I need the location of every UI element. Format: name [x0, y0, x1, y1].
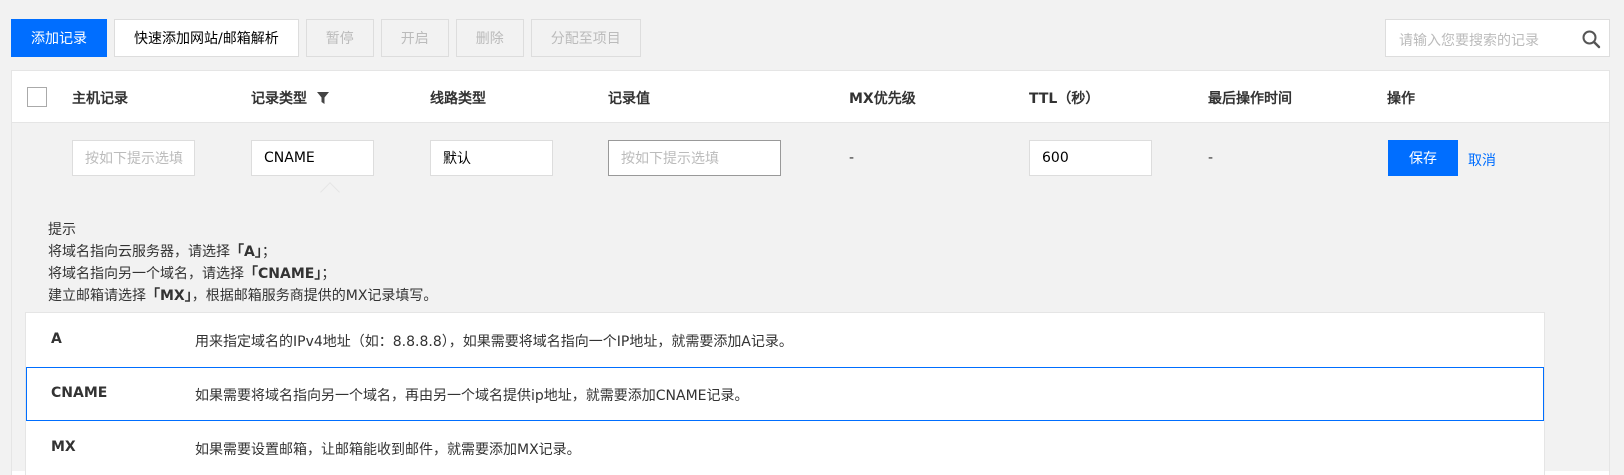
- header-value: 记录值: [608, 91, 650, 107]
- record-type-name: A: [51, 331, 62, 347]
- record-type-desc: 如果需要将域名指向另一个域名，再由另一个域名提供ip地址，就需要添加CNAME记…: [195, 388, 749, 404]
- save-button[interactable]: 保存: [1388, 140, 1458, 176]
- record-type-name: MX: [51, 439, 76, 455]
- tips-line-2: 将域名指向另一个域名，请选择「CNAME」；: [48, 266, 336, 282]
- value-input[interactable]: 按如下提示选填: [608, 140, 781, 176]
- header-mx: MX优先级: [849, 91, 916, 107]
- delete-button[interactable]: 删除: [455, 19, 524, 57]
- pause-button[interactable]: 暂停: [305, 19, 374, 57]
- edit-row: 按如下提示选填 CNAME 默认 按如下提示选填 - 600 - 保存 取消: [12, 123, 1609, 194]
- search-placeholder: 请输入您要搜索的记录: [1399, 33, 1539, 49]
- header-host: 主机记录: [72, 91, 128, 107]
- ttl-input[interactable]: 600: [1029, 140, 1152, 176]
- type-select[interactable]: CNAME: [251, 140, 374, 176]
- tips-line-3: 建立邮箱请选择「MX」，根据邮箱服务商提供的MX记录填写。: [48, 288, 438, 304]
- record-type-a[interactable]: A 用来指定域名的IPv4地址（如：8.8.8.8），如果需要将域名指向一个IP…: [26, 313, 1544, 367]
- add-record-button[interactable]: 添加记录: [11, 19, 107, 57]
- line-select[interactable]: 默认: [430, 140, 553, 176]
- record-type-list: A 用来指定域名的IPv4地址（如：8.8.8.8），如果需要将域名指向一个IP…: [25, 312, 1545, 475]
- record-type-name: CNAME: [51, 385, 108, 401]
- cancel-link[interactable]: 取消: [1468, 150, 1496, 170]
- mx-value: -: [849, 150, 855, 166]
- toolbar: 添加记录 快速添加网站/邮箱解析 暂停 开启 删除 分配至项目: [11, 19, 641, 57]
- header-ttl: TTL（秒）: [1029, 91, 1100, 107]
- tip-panel: 提示 将域名指向云服务器，请选择「A」； 将域名指向另一个域名，请选择「CNAM…: [12, 189, 1609, 475]
- record-type-desc: 如果需要设置邮箱，让邮箱能收到邮件，就需要添加MX记录。: [195, 442, 581, 458]
- header-line: 线路类型: [430, 91, 486, 107]
- header-type-label: 记录类型: [251, 91, 307, 107]
- header-type: 记录类型: [251, 88, 329, 108]
- tips-line-1: 将域名指向云服务器，请选择「A」；: [48, 244, 276, 260]
- last-op-value: -: [1208, 150, 1214, 166]
- enable-button[interactable]: 开启: [380, 19, 449, 57]
- table-header: 主机记录 记录类型 线路类型 记录值 MX优先级 TTL（秒） 最后操作时间 操…: [12, 71, 1609, 123]
- record-type-cname[interactable]: CNAME 如果需要将域名指向另一个域名，再由另一个域名提供ip地址，就需要添加…: [26, 367, 1544, 421]
- tips-text: 提示 将域名指向云服务器，请选择「A」； 将域名指向另一个域名，请选择「CNAM…: [48, 219, 437, 307]
- select-all-checkbox[interactable]: [27, 87, 47, 107]
- quick-add-button[interactable]: 快速添加网站/邮箱解析: [114, 19, 299, 57]
- assign-project-button[interactable]: 分配至项目: [530, 19, 641, 57]
- record-type-desc: 用来指定域名的IPv4地址（如：8.8.8.8），如果需要将域名指向一个IP地址…: [195, 334, 793, 350]
- records-table: 主机记录 记录类型 线路类型 记录值 MX优先级 TTL（秒） 最后操作时间 操…: [11, 70, 1610, 475]
- host-input[interactable]: 按如下提示选填: [72, 140, 195, 176]
- search-input[interactable]: 请输入您要搜索的记录: [1385, 19, 1610, 57]
- filter-icon[interactable]: [317, 92, 329, 104]
- header-action: 操作: [1387, 91, 1415, 107]
- tips-title: 提示: [48, 222, 76, 238]
- record-type-mx[interactable]: MX 如果需要设置邮箱，让邮箱能收到邮件，就需要添加MX记录。: [26, 421, 1544, 475]
- search-icon[interactable]: [1581, 29, 1601, 49]
- header-last-op: 最后操作时间: [1208, 91, 1292, 107]
